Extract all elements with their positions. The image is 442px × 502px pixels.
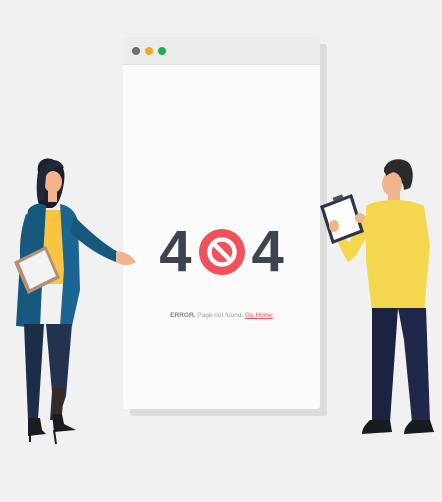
man-illustration [320, 159, 434, 434]
page-canvas: 4 4 ERROR. Page not found. Go Home [0, 0, 442, 502]
